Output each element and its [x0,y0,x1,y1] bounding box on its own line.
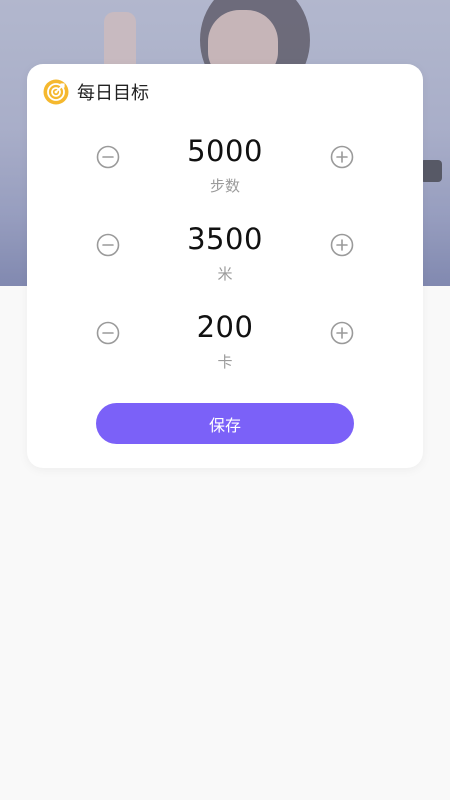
increase-steps-button[interactable] [330,145,354,169]
save-button[interactable]: 保存 [96,403,354,444]
calories-unit: 卡 [217,353,233,371]
goal-row-steps: 5000 步数 [27,134,423,198]
distance-unit: 米 [217,265,233,283]
card-header: 每日目标 [43,79,149,105]
increase-calories-button[interactable] [330,321,354,345]
goal-row-calories: 200 卡 [27,310,423,374]
daily-goal-card: 每日目标 5000 步数 3500 米 200 卡 保存 [27,64,423,468]
calories-value: 200 [196,310,254,344]
steps-value: 5000 [187,134,263,168]
steps-unit: 步数 [209,177,240,195]
goal-row-distance: 3500 米 [27,222,423,286]
target-icon [43,79,69,105]
distance-value: 3500 [187,222,263,256]
card-title: 每日目标 [77,83,149,104]
increase-distance-button[interactable] [330,233,354,257]
